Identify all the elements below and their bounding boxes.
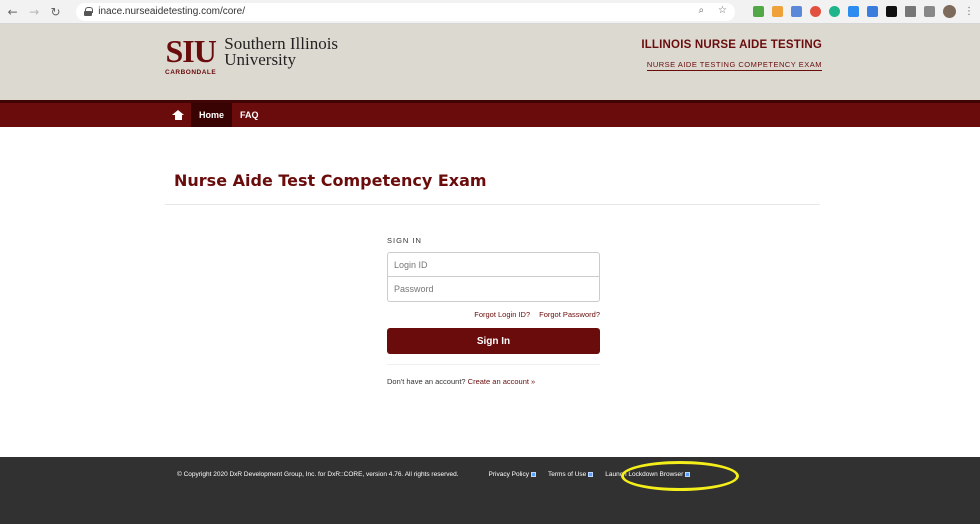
back-icon[interactable]: ←: [6, 5, 19, 19]
extension-icon[interactable]: [848, 6, 860, 17]
sign-in-button[interactable]: Sign In: [387, 328, 600, 354]
header-subtitle-link[interactable]: NURSE AIDE TESTING COMPETENCY EXAM: [646, 60, 822, 71]
site-header: SIU CARBONDALE Southern Illinois Univers…: [0, 24, 980, 100]
forgot-password-link[interactable]: Forgot Password?: [539, 310, 600, 319]
lock-icon: [84, 7, 94, 16]
nav-home[interactable]: Home: [191, 103, 233, 127]
browser-toolbar: ← → ↻ inace.nurseaidetesting.com/core/ ⌕…: [0, 0, 980, 24]
site-footer: © Copyright 2020 DxR Development Group, …: [0, 457, 980, 524]
zoom-icon[interactable]: ⌕: [698, 5, 704, 16]
extension-icon[interactable]: [886, 6, 898, 17]
forgot-login-link[interactable]: Forgot Login ID?: [474, 310, 530, 319]
forward-icon[interactable]: →: [27, 5, 40, 19]
extension-icon[interactable]: [772, 6, 784, 17]
page-title: Nurse Aide Test Competency Exam: [174, 171, 487, 190]
extension-icons: ⋮: [753, 5, 974, 18]
password-field[interactable]: [387, 277, 600, 302]
reading-list-icon[interactable]: [924, 6, 936, 17]
home-icon: [171, 110, 184, 120]
no-account-text: Don't have an account?: [387, 377, 466, 386]
create-account-row: Don't have an account? Create an account…: [387, 377, 600, 386]
create-account-link[interactable]: Create an account »: [468, 377, 536, 386]
signin-form: SIGN IN Forgot Login ID? Forgot Password…: [387, 236, 600, 386]
bookmark-star-icon[interactable]: ☆: [718, 5, 727, 16]
divider: [387, 364, 600, 365]
extension-icon[interactable]: [753, 6, 765, 17]
extension-icon[interactable]: [791, 6, 803, 17]
url-text[interactable]: inace.nurseaidetesting.com/core/: [98, 6, 245, 17]
terms-of-use-label: Terms of Use: [547, 471, 587, 478]
header-titles: ILLINOIS NURSE AIDE TESTING NURSE AIDE T…: [641, 39, 822, 71]
terms-of-use-link[interactable]: Terms of Use: [547, 471, 594, 478]
extension-icon[interactable]: [810, 6, 822, 17]
puzzle-icon[interactable]: [905, 6, 917, 17]
address-bar[interactable]: inace.nurseaidetesting.com/core/ ⌕ ☆: [76, 2, 736, 21]
signin-heading: SIGN IN: [387, 236, 422, 245]
main-nav: Home FAQ: [0, 100, 980, 127]
nav-faq[interactable]: FAQ: [232, 103, 267, 127]
external-link-icon: [588, 472, 594, 477]
logo-campus: CARBONDALE: [165, 69, 217, 76]
extension-icon[interactable]: [829, 6, 841, 17]
privacy-policy-label: Privacy Policy: [488, 471, 529, 478]
siu-logo[interactable]: SIU CARBONDALE Southern Illinois Univers…: [165, 34, 338, 76]
reload-icon[interactable]: ↻: [49, 5, 62, 19]
home-icon-link[interactable]: [165, 103, 191, 127]
copyright-text: © Copyright 2020 DxR Development Group, …: [177, 471, 459, 478]
logo-mark: SIU: [165, 33, 216, 69]
header-title: ILLINOIS NURSE AIDE TESTING: [641, 39, 822, 51]
external-link-icon: [685, 472, 691, 477]
logo-name-line2: University: [224, 50, 297, 69]
external-link-icon: [530, 472, 536, 477]
privacy-policy-link[interactable]: Privacy Policy: [489, 471, 536, 478]
logo-name: Southern Illinois University: [224, 34, 338, 68]
main-content: Nurse Aide Test Competency Exam SIGN IN …: [0, 127, 980, 457]
divider: [165, 204, 820, 205]
launch-lockdown-browser-link[interactable]: Launch Lockdown Browser: [605, 471, 691, 478]
avatar[interactable]: [943, 5, 957, 18]
launch-lockdown-browser-label: Launch Lockdown Browser: [605, 471, 684, 478]
login-id-field[interactable]: [387, 252, 600, 277]
menu-icon[interactable]: ⋮: [964, 6, 974, 17]
extension-icon[interactable]: [867, 6, 879, 17]
